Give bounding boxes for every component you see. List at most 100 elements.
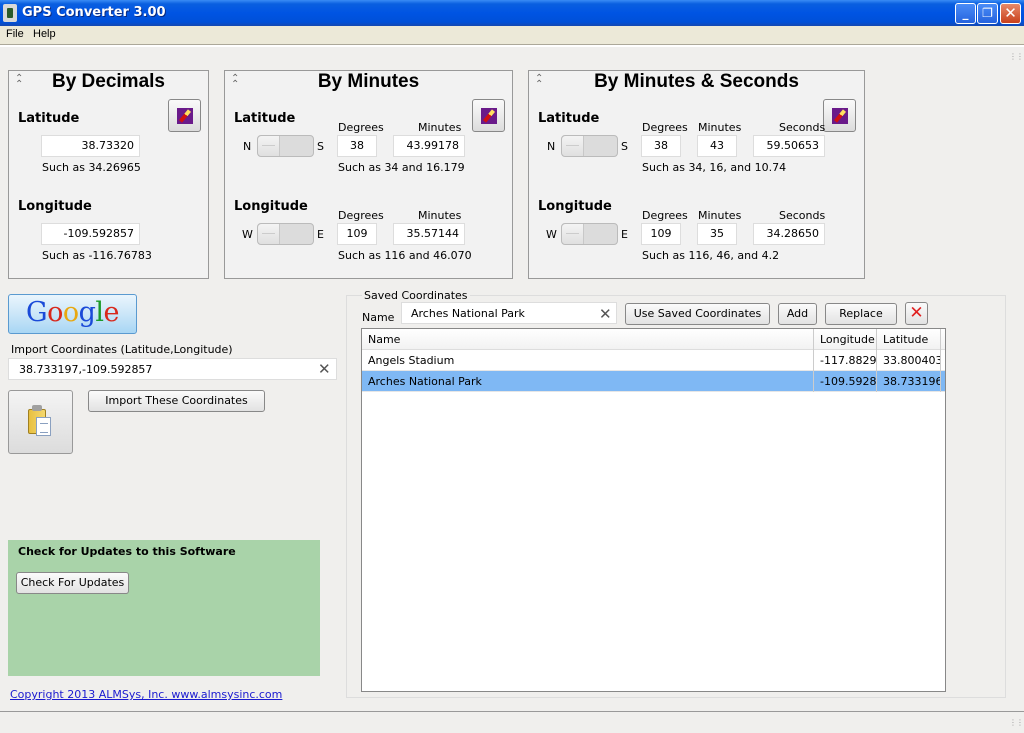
cell-name: Angels Stadium [362, 350, 814, 371]
restore-button[interactable]: ❐ [977, 3, 998, 24]
latitude-ns-toggle[interactable] [561, 135, 618, 157]
cell-longitude: -117.88297 [814, 350, 877, 371]
minutes-label: Minutes [418, 209, 462, 222]
import-coordinates-button[interactable]: Import These Coordinates [88, 390, 265, 412]
degrees-label: Degrees [642, 209, 688, 222]
ms-latitude-degrees-input[interactable]: 38 [641, 135, 681, 157]
saved-coordinates-group: Saved Coordinates Name Arches National P… [346, 289, 1006, 698]
edit-button[interactable] [472, 99, 505, 132]
south-label: S [317, 140, 324, 153]
minutes-longitude-degrees-input[interactable]: 109 [337, 223, 377, 245]
toolbar-separator [0, 45, 1024, 47]
panel-by-minutes-seconds: ⌃ ⌃ By Minutes & Seconds Latitude Degrees… [528, 70, 865, 279]
google-logo-letter: o [62, 297, 79, 328]
ms-longitude-minutes-input[interactable]: 35 [697, 223, 737, 245]
panel-title: By Decimals [51, 71, 165, 92]
ms-longitude-degrees-input[interactable]: 109 [641, 223, 681, 245]
menu-help[interactable]: Help [33, 28, 56, 40]
west-label: W [242, 228, 253, 241]
longitude-hint: Such as 116 and 46.070 [338, 249, 472, 262]
panel-title: By Minutes & Seconds [594, 71, 799, 92]
edit-button[interactable] [168, 99, 201, 132]
paste-clipboard-button[interactable] [8, 390, 73, 454]
google-logo-letter: g [78, 297, 96, 328]
paint-brush-icon [481, 108, 497, 124]
latitude-label: Latitude [18, 111, 80, 126]
minutes-label: Minutes [698, 121, 742, 134]
minutes-longitude-minutes-input[interactable]: 35.57144 [393, 223, 465, 245]
saved-coordinates-legend: Saved Coordinates [362, 289, 470, 302]
latitude-hint: Such as 34, 16, and 10.74 [642, 161, 787, 174]
minutes-latitude-minutes-input[interactable]: 43.99178 [393, 135, 465, 157]
decimal-latitude-input[interactable]: 38.73320 [41, 135, 140, 157]
close-button[interactable]: ✕ [1000, 3, 1021, 24]
seconds-label: Seconds [779, 209, 826, 222]
replace-button[interactable]: Replace [825, 303, 897, 325]
degrees-label: Degrees [338, 209, 384, 222]
column-header-latitude[interactable]: Latitude [877, 329, 941, 350]
edit-button[interactable] [823, 99, 856, 132]
decimal-longitude-input[interactable]: -109.592857 [41, 223, 140, 245]
delete-button[interactable]: ✕ [905, 302, 928, 325]
close-icon: ✕ [1004, 4, 1017, 22]
minutes-latitude-degrees-input[interactable]: 38 [337, 135, 377, 157]
paint-brush-icon [832, 108, 848, 124]
google-logo-letter: o [47, 297, 63, 328]
minutes-label: Minutes [698, 209, 742, 222]
check-updates-button[interactable]: Check For Updates [16, 572, 129, 594]
cell-latitude: 38.733196 [877, 371, 941, 392]
east-label: E [621, 228, 628, 241]
longitude-hint: Such as 116, 46, and 4.2 [642, 249, 780, 262]
title-bar: GPS Converter 3.00 _ ❐ ✕ [0, 0, 1024, 26]
google-logo-letter: e [103, 297, 120, 328]
window-title: GPS Converter 3.00 [22, 5, 166, 20]
clear-import-icon[interactable]: ✕ [318, 360, 331, 378]
google-maps-button[interactable]: Google [8, 294, 137, 334]
column-header-name[interactable]: Name [362, 329, 814, 350]
resize-grip-icon[interactable]: ⋮⋮ [1009, 718, 1024, 727]
longitude-we-toggle[interactable] [257, 223, 314, 245]
longitude-label: Longitude [538, 199, 612, 214]
name-label: Name [362, 311, 395, 324]
app-gps-icon [3, 4, 17, 22]
import-coordinates-input[interactable]: 38.733197,-109.592857 [8, 358, 337, 380]
google-logo-letter: l [95, 297, 104, 328]
south-label: S [621, 140, 628, 153]
minimize-icon: _ [962, 6, 969, 20]
menu-bar: File Help [0, 26, 1024, 45]
table-row-selected[interactable]: Arches National Park -109.59285 38.73319… [362, 371, 945, 392]
paint-brush-icon [177, 108, 193, 124]
ms-latitude-seconds-input[interactable]: 59.50653 [753, 135, 825, 157]
minimize-button[interactable]: _ [955, 3, 976, 24]
updates-title: Check for Updates to this Software [18, 545, 236, 558]
column-header-longitude[interactable]: Longitude [814, 329, 877, 350]
longitude-hint: Such as -116.76783 [42, 249, 152, 262]
west-label: W [546, 228, 557, 241]
latitude-hint: Such as 34 and 16.179 [338, 161, 465, 174]
import-coordinates-label: Import Coordinates (Latitude,Longitude) [11, 343, 233, 356]
status-bar: ⋮⋮ [0, 711, 1024, 733]
cell-name: Arches National Park [362, 371, 814, 392]
latitude-ns-toggle[interactable] [257, 135, 314, 157]
table-row[interactable]: Angels Stadium -117.88297 33.800403 [362, 350, 945, 371]
saved-name-input[interactable]: Arches National Park [401, 302, 617, 324]
north-label: N [547, 140, 556, 153]
degrees-label: Degrees [642, 121, 688, 134]
delete-x-icon: ✕ [909, 303, 924, 323]
ms-latitude-minutes-input[interactable]: 43 [697, 135, 737, 157]
cell-longitude: -109.59285 [814, 371, 877, 392]
use-saved-coordinates-button[interactable]: Use Saved Coordinates [625, 303, 770, 325]
updates-panel: Check for Updates to this Software Check… [8, 540, 320, 676]
longitude-label: Longitude [234, 199, 308, 214]
add-button[interactable]: Add [778, 303, 817, 325]
ms-longitude-seconds-input[interactable]: 34.28650 [753, 223, 825, 245]
google-logo-letter: G [25, 297, 48, 328]
table-header: Name Longitude Latitude [362, 329, 945, 350]
menu-file[interactable]: File [6, 28, 24, 40]
north-label: N [243, 140, 252, 153]
toolbar-grip-icon[interactable]: ⋮⋮ [1009, 52, 1024, 61]
longitude-we-toggle[interactable] [561, 223, 618, 245]
clear-name-icon[interactable]: ✕ [599, 305, 612, 323]
copyright-link[interactable]: Copyright 2013 ALMSys, Inc. www.almsysin… [10, 688, 282, 701]
restore-icon: ❐ [982, 6, 993, 20]
